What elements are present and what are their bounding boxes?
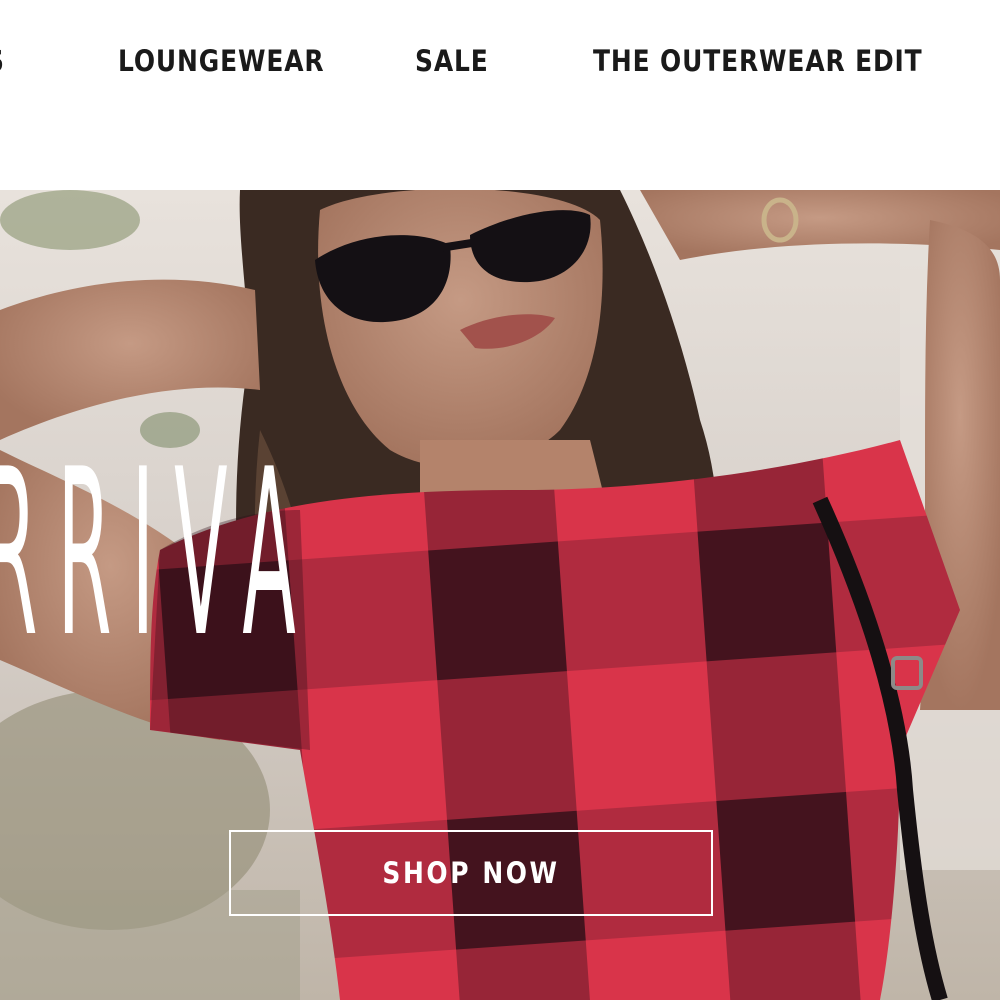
shop-now-label: SHOP NOW	[382, 856, 560, 890]
nav-item-partial[interactable]: S	[0, 44, 5, 78]
nav-item-outerwear-edit[interactable]: THE OUTERWEAR EDIT	[593, 44, 923, 78]
shop-now-button[interactable]: SHOP NOW	[229, 830, 713, 916]
nav-item-sale[interactable]: SALE	[415, 44, 489, 78]
top-navigation: S LOUNGEWEAR SALE THE OUTERWEAR EDIT	[0, 0, 1000, 190]
nav-item-loungewear[interactable]: LOUNGEWEAR	[118, 44, 324, 78]
hero-banner[interactable]: ARRIVA SHOP NOW	[0, 190, 1000, 1000]
